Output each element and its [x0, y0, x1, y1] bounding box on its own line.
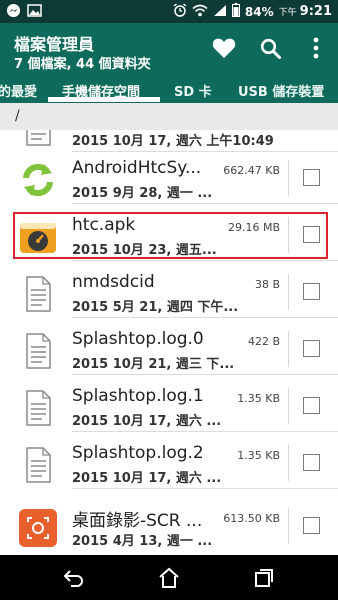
list-item[interactable]: 2015 10月 17, 週六 上午10:49: [0, 130, 338, 152]
column-divider: [288, 388, 289, 424]
document-icon: [18, 130, 58, 148]
signal-icon: [213, 4, 227, 20]
file-size: 1.35 KB: [237, 392, 280, 405]
select-checkbox[interactable]: [303, 517, 320, 534]
screen-recorder-icon: [18, 508, 58, 548]
file-name: Splashtop.log.0: [72, 329, 204, 349]
file-date: 2015 9月 28, 週一 ...: [72, 186, 213, 201]
file-date: 2015 10月 17, 週六 ...: [72, 414, 222, 429]
select-checkbox[interactable]: [303, 454, 320, 471]
file-name: AndroidHtcSy...: [72, 158, 202, 178]
overflow-menu-icon[interactable]: [304, 35, 328, 61]
alarm-icon: [173, 3, 187, 20]
column-divider: [288, 160, 289, 196]
document-icon: [18, 331, 58, 371]
list-item[interactable]: 桌面錄影-SCR ... 2015 4月 13, 週一 ... 613.50 K…: [0, 500, 338, 552]
home-icon[interactable]: [157, 567, 181, 589]
column-divider: [288, 508, 289, 544]
back-icon[interactable]: [62, 567, 86, 589]
row-divider: [72, 488, 338, 489]
row-divider: [72, 317, 338, 318]
column-divider: [288, 331, 289, 367]
file-name: Splashtop.log.2: [72, 443, 204, 463]
list-item[interactable]: Splashtop.log.1 2015 10月 17, 週六 ... 1.35…: [0, 380, 338, 432]
list-item[interactable]: Splashtop.log.2 2015 10月 17, 週六 ... 1.35…: [0, 437, 338, 489]
breadcrumb-bar: /: [0, 103, 338, 130]
battery-icon: [231, 3, 240, 20]
navigation-bar: [0, 555, 338, 600]
battery-percent: 84%: [244, 4, 274, 19]
select-checkbox[interactable]: [303, 169, 320, 186]
clock-ampm: 下午: [278, 8, 297, 18]
list-item[interactable]: AndroidHtcSy... 2015 9月 28, 週一 ... 662.4…: [0, 152, 338, 204]
search-icon[interactable]: [258, 35, 282, 61]
file-name: Splashtop.log.1: [72, 386, 204, 406]
row-divider: [72, 374, 338, 375]
recent-apps-icon[interactable]: [252, 567, 276, 589]
sync-arrows-icon: [18, 160, 58, 200]
select-checkbox[interactable]: [303, 283, 320, 300]
app-bar: 檔案管理員 7 個檔案, 44 個資料夾: [0, 23, 338, 73]
wifi-icon: [192, 4, 208, 20]
file-size: 38 B: [254, 278, 280, 291]
select-checkbox[interactable]: [303, 340, 320, 357]
tab-favorites[interactable]: 的最愛: [0, 81, 37, 100]
clock: 9:21: [299, 4, 332, 19]
document-icon: [18, 274, 58, 314]
file-size: 613.50 KB: [223, 512, 280, 525]
file-date: 2015 10月 17, 週六 ...: [72, 471, 222, 486]
messenger-icon: [6, 3, 21, 21]
tab-usb-storage[interactable]: USB 儲存裝置: [238, 81, 324, 100]
file-name: 桌面錄影-SCR ...: [72, 511, 203, 531]
row-divider: [72, 260, 338, 261]
select-checkbox[interactable]: [303, 397, 320, 414]
highlight-annotation: [13, 212, 328, 259]
file-date: 2015 5月 21, 週四 下午...: [72, 300, 239, 315]
app-title: 檔案管理員: [14, 35, 95, 54]
list-item[interactable]: Splashtop.log.0 2015 10月 21, 週三 下... 422…: [0, 323, 338, 375]
list-item[interactable]: nmdsdcid 2015 5月 21, 週四 下午... 38 B: [0, 266, 338, 318]
favorite-heart-icon[interactable]: [212, 35, 236, 61]
file-size: 1.35 KB: [237, 449, 280, 462]
tab-sd-card[interactable]: SD 卡: [174, 81, 212, 100]
breadcrumb[interactable]: /: [15, 108, 20, 124]
file-list: 2015 10月 17, 週六 上午10:49 AndroidHtcSy... …: [0, 130, 338, 555]
document-icon: [18, 388, 58, 428]
document-icon: [18, 445, 58, 485]
row-divider: [72, 431, 338, 432]
file-size: 422 B: [247, 335, 280, 348]
file-date: 2015 10月 17, 週六 上午10:49: [72, 134, 274, 149]
file-date: 2015 4月 13, 週一 ...: [72, 534, 213, 549]
active-tab-indicator: [48, 97, 160, 102]
file-size: 662.47 KB: [223, 164, 280, 177]
column-divider: [288, 274, 289, 310]
folder-summary: 7 個檔案, 44 個資料夾: [14, 57, 151, 72]
file-date: 2015 10月 21, 週三 下...: [72, 357, 235, 372]
column-divider: [288, 445, 289, 481]
file-name: nmdsdcid: [72, 272, 155, 292]
row-divider: [72, 203, 338, 204]
image-icon: [27, 4, 42, 20]
status-bar: 84% 下午 9:21: [0, 0, 338, 23]
